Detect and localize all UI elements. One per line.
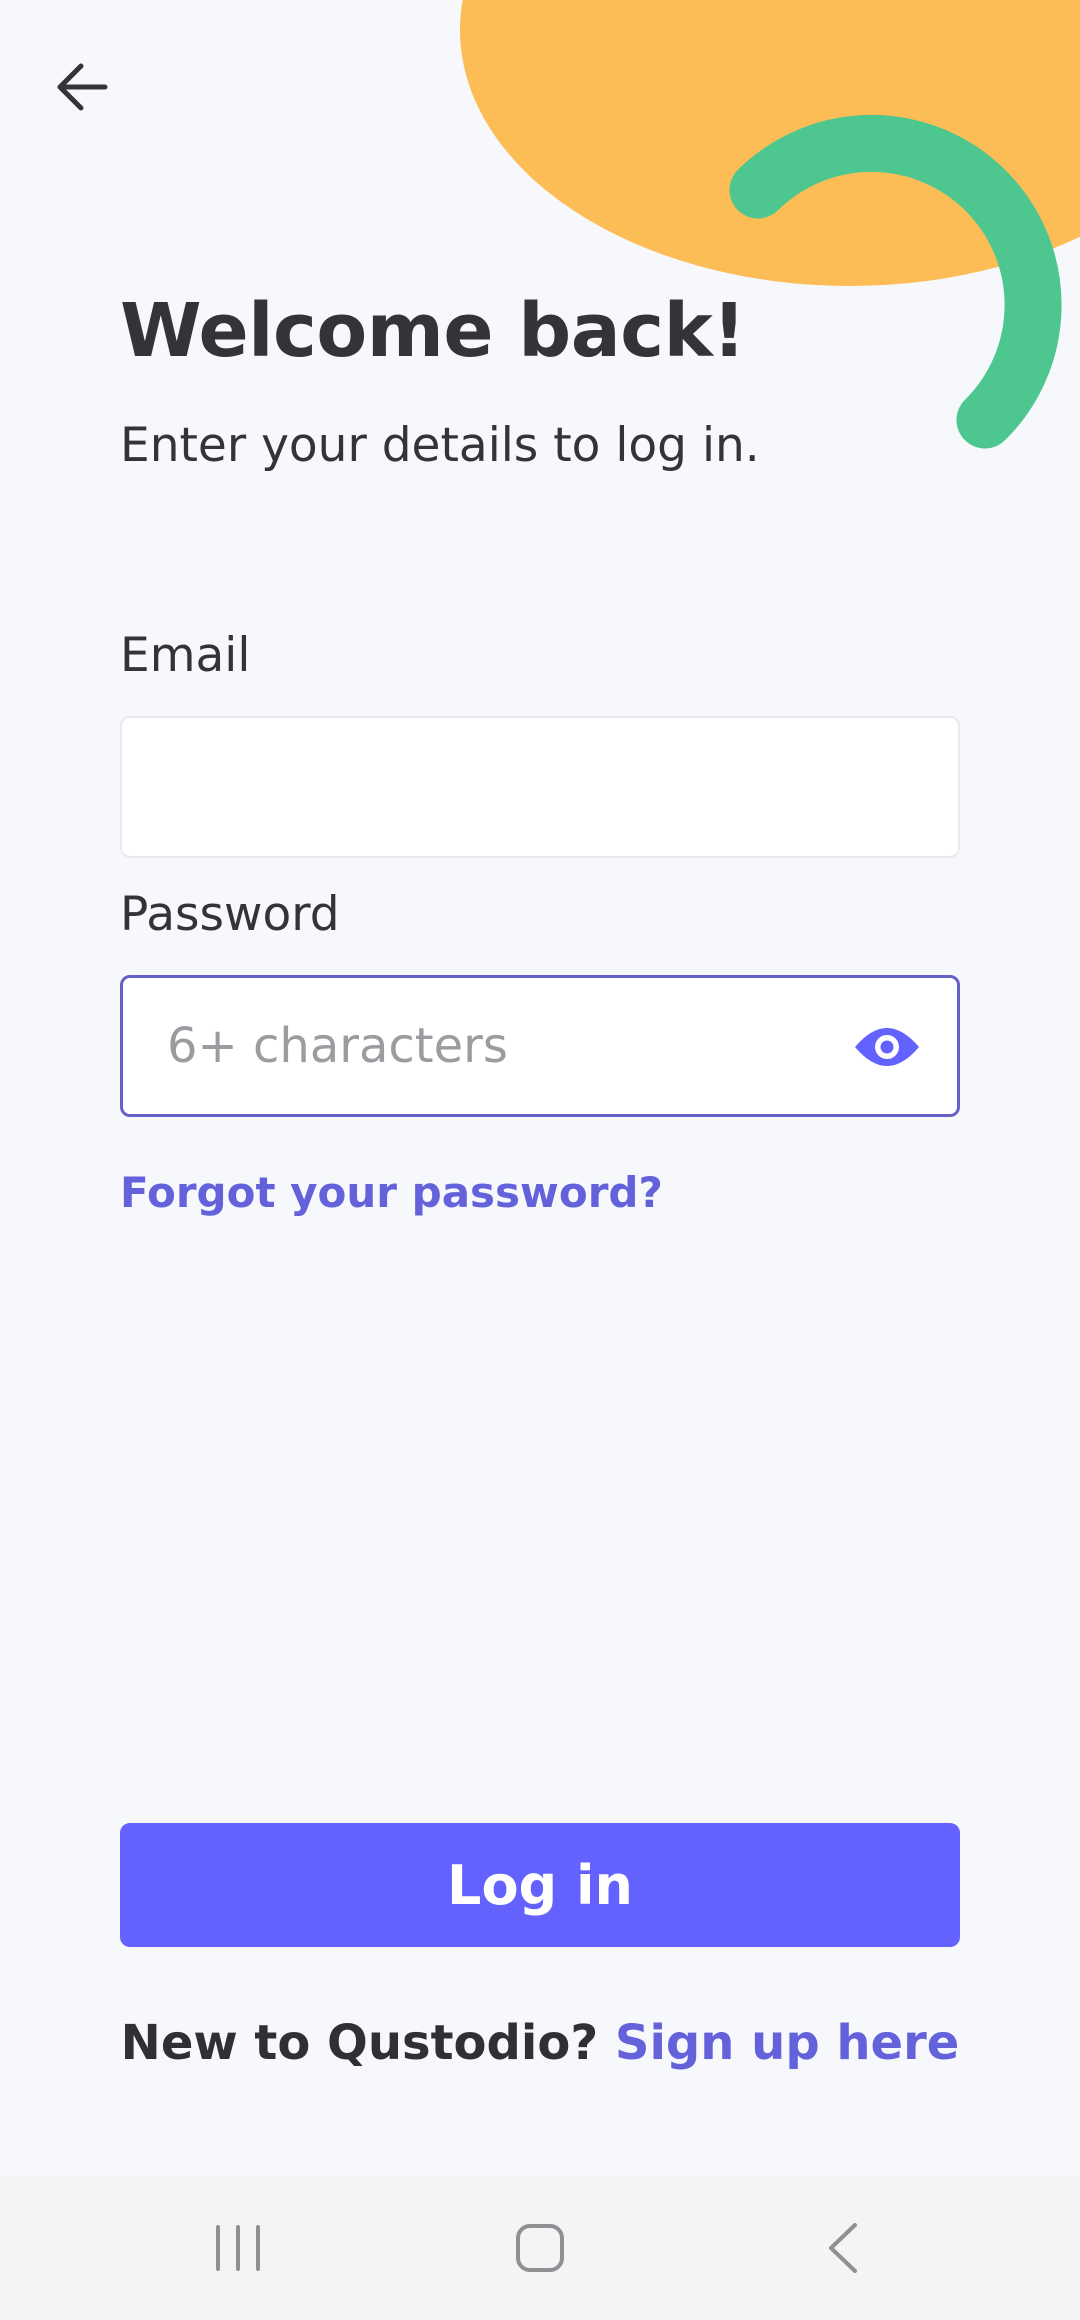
password-field[interactable] xyxy=(167,978,787,1114)
email-label: Email xyxy=(120,628,251,683)
page-subtitle: Enter your details to log in. xyxy=(120,418,760,473)
login-button[interactable]: Log in xyxy=(120,1823,960,1947)
signup-prompt-line: New to Qustodio? Sign up here xyxy=(0,2015,1080,2071)
email-field-box xyxy=(120,716,960,858)
email-field[interactable] xyxy=(166,718,866,856)
orange-blob-shape xyxy=(460,0,1080,286)
password-visibility-toggle[interactable] xyxy=(851,1016,923,1078)
home-icon xyxy=(516,2224,564,2272)
nav-recents-button[interactable] xyxy=(158,2176,318,2320)
password-field-box xyxy=(120,975,960,1117)
password-label: Password xyxy=(120,887,340,942)
signup-prompt-text: New to Qustodio? xyxy=(120,2015,599,2071)
back-button[interactable] xyxy=(40,44,126,130)
arrow-left-icon xyxy=(57,63,108,111)
nav-home-button[interactable] xyxy=(460,2176,620,2320)
recents-icon xyxy=(216,2225,260,2271)
forgot-password-link[interactable]: Forgot your password? xyxy=(120,1168,663,1217)
page-title: Welcome back! xyxy=(120,288,746,374)
chevron-left-icon xyxy=(829,2223,857,2273)
eye-icon xyxy=(855,1028,919,1066)
header-decoration xyxy=(460,0,1080,449)
nav-back-button[interactable] xyxy=(764,2176,924,2320)
system-navigation-bar xyxy=(0,2176,1080,2320)
signup-link[interactable]: Sign up here xyxy=(615,2015,959,2071)
